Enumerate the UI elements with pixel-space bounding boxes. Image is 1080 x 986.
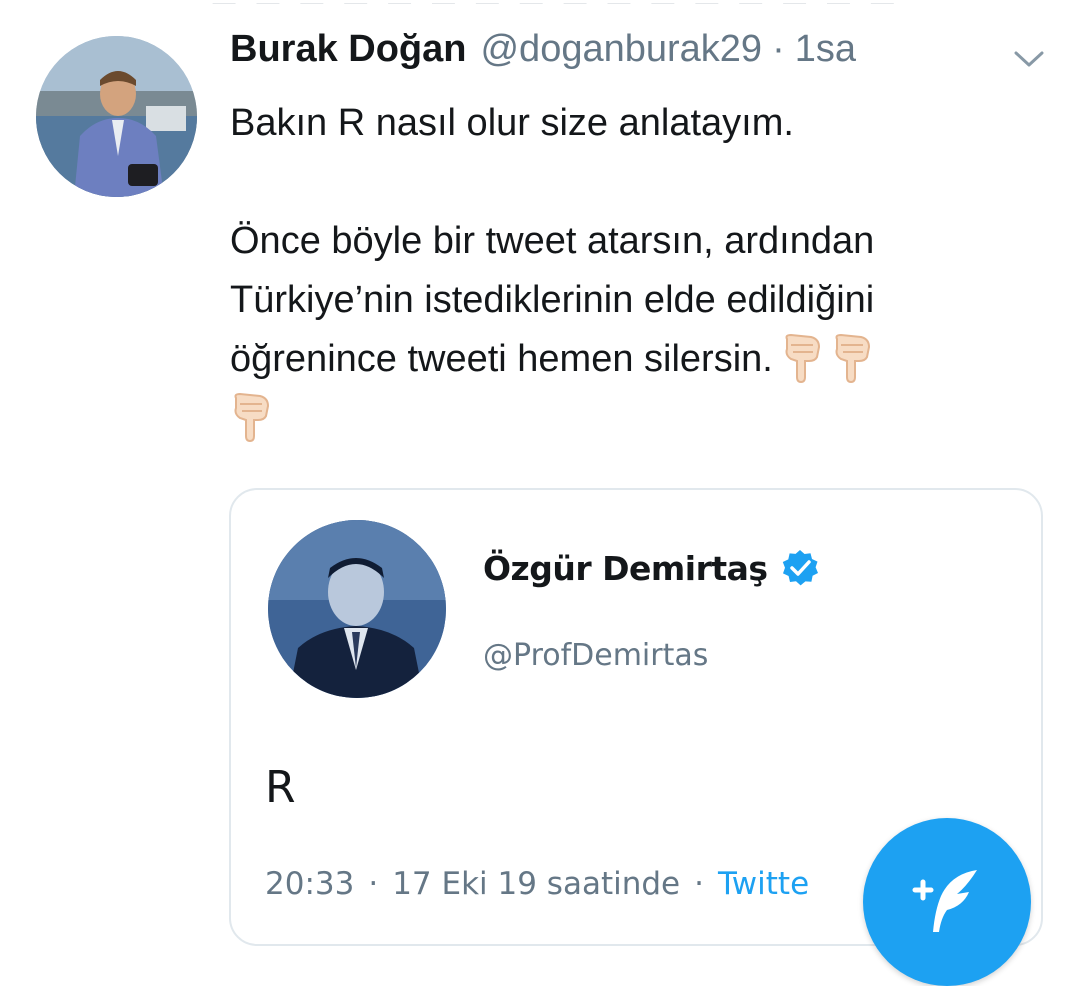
pointing-down-emoji-icon xyxy=(831,333,873,383)
author-avatar-image xyxy=(36,36,197,197)
author-display-name[interactable]: Burak Doğan xyxy=(230,28,466,71)
quoted-body-text: R xyxy=(265,762,296,813)
footer-separator: · xyxy=(368,866,379,902)
header-separator: · xyxy=(772,28,785,70)
pointing-down-emoji-icon xyxy=(781,333,823,383)
tweet-text-line: öğrenince tweeti hemen silersin. xyxy=(230,338,773,380)
quoted-display-name[interactable]: Özgür Demirtaş xyxy=(483,549,768,588)
quoted-handle[interactable]: @ProfDemirtas xyxy=(483,638,708,673)
compose-quill-icon xyxy=(912,870,977,932)
tweet-text: Bakın R nasıl olur size anlatayım. Önce … xyxy=(230,94,1020,448)
verified-badge-icon xyxy=(782,550,818,586)
quoted-author-avatar[interactable] xyxy=(268,520,446,698)
quoted-author-avatar-image xyxy=(268,520,446,698)
tweet-text-line: Bakın R nasıl olur size anlatayım. xyxy=(230,102,794,144)
quoted-source-link[interactable]: Twitte xyxy=(718,866,809,902)
compose-tweet-button[interactable] xyxy=(863,818,1031,986)
tweet-text-line: Önce böyle bir tweet atarsın, ardından xyxy=(230,220,875,262)
author-handle[interactable]: @doganburak29 xyxy=(480,28,762,71)
tweet-timestamp[interactable]: 1sa xyxy=(795,28,856,71)
pointing-down-emoji-icon xyxy=(230,392,272,442)
quoted-time: 20:33 xyxy=(265,866,355,902)
tweet-text-blank-line xyxy=(230,153,1020,212)
chevron-down-icon[interactable] xyxy=(1012,48,1046,70)
author-avatar[interactable] xyxy=(36,36,197,197)
footer-separator: · xyxy=(694,866,704,902)
previous-tweet-fragment: ▬ ▬ ▬ ▬ ▬ ▬ ▬ ▬ ▬ ▬ ▬ ▬ ▬ ▬ ▬ ▬ ▬ ▬ ▬ ▬ xyxy=(210,0,910,4)
tweet-text-line: Türkiye’nin istediklerinin elde edildiği… xyxy=(230,279,875,321)
quoted-footer: 20:33 · 17 Eki 19 saatinde · Twitte xyxy=(265,866,809,902)
tweet-header: Burak Doğan @doganburak29 · 1sa xyxy=(230,28,990,84)
quoted-date: 17 Eki 19 saatinde xyxy=(392,866,681,902)
quoted-name-row: Özgür Demirtaş xyxy=(483,548,820,588)
